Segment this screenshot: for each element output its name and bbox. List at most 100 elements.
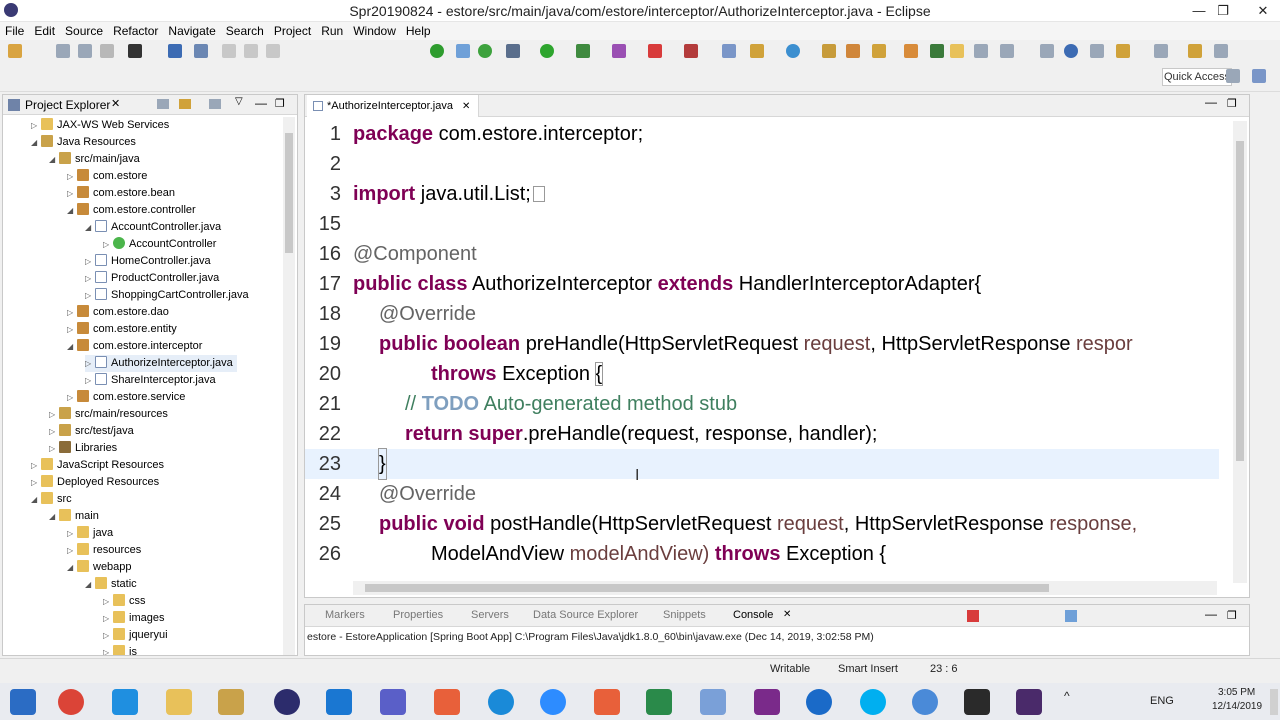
skype-icon[interactable] (860, 689, 886, 715)
bug-icon[interactable] (506, 44, 520, 58)
tab-snippets[interactable]: Snippets (663, 609, 706, 621)
start-windows-icon[interactable] (10, 689, 36, 715)
minimize-view-icon[interactable]: — (1205, 95, 1217, 109)
tab-console[interactable]: Console (733, 609, 773, 621)
tree-item[interactable]: ◢ main (49, 508, 99, 525)
tree-item[interactable]: ◢ src (31, 491, 72, 508)
back-icon[interactable] (1188, 44, 1202, 58)
tree-item[interactable]: ▷ src/main/resources (49, 406, 168, 423)
pycharm-icon[interactable] (964, 689, 990, 715)
tree-item[interactable]: ▷ ProductController.java (85, 270, 219, 287)
tree-item[interactable]: ▷ src/test/java (49, 423, 134, 440)
tree-item[interactable]: ▷ com.estore.service (67, 389, 185, 406)
tree-item[interactable]: ▷ com.estore.dao (67, 304, 169, 321)
expand-arrow-icon[interactable]: ▷ (49, 440, 59, 457)
excel-icon[interactable] (646, 689, 672, 715)
tree-item[interactable]: ▷ ShareInterceptor.java (85, 372, 216, 389)
zalo-icon[interactable] (488, 689, 514, 715)
tree-item[interactable]: ▷ com.estore.bean (67, 185, 175, 202)
menu-source[interactable]: Source (60, 22, 108, 40)
tree-item[interactable]: ▷ resources (67, 542, 141, 559)
tree-item[interactable]: ▷ ShoppingCartController.java (85, 287, 249, 304)
tree-item[interactable]: ◢ AccountController.java (85, 219, 221, 236)
expand-arrow-icon[interactable]: ▷ (67, 525, 77, 542)
spring-boot-icon[interactable] (430, 44, 444, 58)
save-icon[interactable] (56, 44, 70, 58)
vscode-icon[interactable] (326, 689, 352, 715)
tools-icon[interactable] (218, 689, 244, 715)
filter-icon[interactable] (209, 99, 221, 109)
tree-item[interactable]: ▷ AccountController (103, 236, 216, 253)
eclipse-ee-icon[interactable] (1016, 689, 1042, 715)
debug-icon[interactable] (128, 44, 142, 58)
expand-arrow-icon[interactable]: ▷ (67, 389, 77, 406)
chrome-icon[interactable] (58, 689, 84, 715)
expand-arrow-icon[interactable]: ▷ (85, 287, 95, 304)
search-icon[interactable] (872, 44, 886, 58)
tab-properties[interactable]: Properties (393, 609, 443, 621)
clock-time[interactable]: 3:05 PM (1218, 687, 1255, 698)
block-select-icon[interactable] (974, 44, 988, 58)
expand-arrow-icon[interactable]: ▷ (85, 372, 95, 389)
expand-arrow-icon[interactable]: ▷ (103, 644, 113, 655)
new-icon[interactable] (8, 44, 22, 58)
expand-arrow-icon[interactable]: ▷ (67, 168, 77, 185)
collapse-arrow-icon[interactable]: ◢ (85, 576, 95, 593)
minimize-view-icon[interactable]: — (255, 96, 267, 110)
word-wrap-icon[interactable] (1000, 44, 1014, 58)
external-tools-icon[interactable] (684, 44, 698, 58)
new-class-icon[interactable] (750, 44, 764, 58)
save-all-icon[interactable] (78, 44, 92, 58)
editor-horizontal-scrollbar[interactable] (353, 581, 1217, 595)
menu-help[interactable]: Help (401, 22, 436, 40)
tab-markers[interactable]: Markers (325, 609, 365, 621)
scrollbar-thumb[interactable] (365, 584, 1049, 592)
notification-icon[interactable] (1270, 689, 1278, 715)
expand-arrow-icon[interactable]: ▷ (85, 253, 95, 270)
quick-access-field[interactable]: Quick Access (1162, 68, 1232, 86)
collapse-arrow-icon[interactable]: ◢ (67, 338, 77, 355)
suspend-icon[interactable] (244, 44, 258, 58)
pin-console-icon[interactable] (1065, 610, 1077, 622)
stop-icon[interactable] (648, 44, 662, 58)
menu-refactor[interactable]: Refactor (108, 22, 163, 40)
explorer-scrollbar[interactable] (283, 117, 295, 655)
forward-icon[interactable] (1214, 44, 1228, 58)
collapse-arrow-icon[interactable]: ◢ (49, 151, 59, 168)
run-icon[interactable] (540, 44, 554, 58)
edge-icon[interactable] (806, 689, 832, 715)
tree-item[interactable]: ▷ HomeController.java (85, 253, 211, 270)
sublime-icon[interactable] (594, 689, 620, 715)
expand-arrow-icon[interactable]: ▷ (103, 610, 113, 627)
tree-item[interactable]: ▷ com.estore.entity (67, 321, 177, 338)
open-perspective-icon[interactable] (1226, 69, 1240, 83)
scrollbar-thumb[interactable] (285, 133, 293, 253)
terminal-icon[interactable] (168, 44, 182, 58)
menu-navigate[interactable]: Navigate (163, 22, 220, 40)
zoom-icon[interactable] (540, 689, 566, 715)
tree-item[interactable]: ▷ java (67, 525, 113, 542)
scrollbar-thumb[interactable] (1236, 141, 1244, 461)
maximize-view-icon[interactable]: ❐ (1227, 97, 1237, 110)
editor-tab-authorize-interceptor[interactable]: *AuthorizeInterceptor.java ✕ (307, 95, 480, 117)
tree-item-selected[interactable]: ▷ AuthorizeInterceptor.java (85, 355, 237, 372)
coverage-icon[interactable] (576, 44, 590, 58)
tree-item[interactable]: ◢ static (85, 576, 137, 593)
tab-servers[interactable]: Servers (471, 609, 509, 621)
menu-file[interactable]: File (0, 22, 29, 40)
teams-icon[interactable] (380, 689, 406, 715)
view-menu-chevron-down-icon[interactable]: ▽ (235, 96, 243, 107)
resume-icon[interactable] (222, 44, 236, 58)
menu-run[interactable]: Run (316, 22, 348, 40)
clock-date[interactable]: 12/14/2019 (1212, 701, 1262, 712)
tree-item[interactable]: ▷ js (103, 644, 137, 655)
tree-item[interactable]: ▷ Deployed Resources (31, 474, 159, 491)
expand-arrow-icon[interactable]: ▷ (67, 185, 77, 202)
close-icon[interactable]: ✕ (783, 609, 791, 620)
open-type-icon[interactable] (822, 44, 836, 58)
highlight-icon[interactable] (950, 44, 964, 58)
tree-item[interactable]: ◢ com.estore.interceptor (67, 338, 202, 355)
maximize-view-icon[interactable]: ❐ (275, 97, 285, 110)
expand-arrow-icon[interactable]: ▷ (31, 457, 41, 474)
skip-breakpoints-icon[interactable] (194, 44, 208, 58)
